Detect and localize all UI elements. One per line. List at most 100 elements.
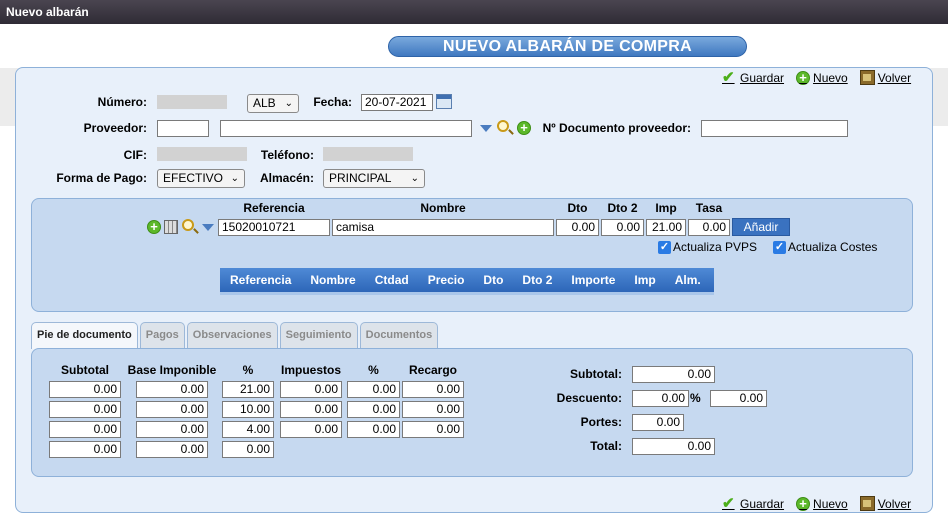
new-label: Nuevo: [813, 70, 848, 85]
forma-pago-select[interactable]: EFECTIVO ⌄: [157, 169, 245, 188]
forma-pago-value: EFECTIVO: [163, 171, 224, 185]
tab-seguimiento[interactable]: Seguimiento: [279, 322, 358, 348]
th-ctdad: Ctdad: [374, 273, 409, 287]
new-label: Nuevo: [813, 496, 848, 511]
exit-icon: [859, 70, 875, 85]
save-link[interactable]: ✔ Guardar: [722, 70, 784, 85]
chevron-down-icon: ⌄: [410, 173, 419, 184]
tab-documentos[interactable]: Documentos: [359, 322, 439, 348]
almacen-select[interactable]: PRINCIPAL ⌄: [323, 169, 425, 188]
th-importe: Importe: [571, 273, 616, 287]
row3-pct[interactable]: 4.00: [222, 421, 274, 438]
add-supplier-icon[interactable]: +: [517, 121, 531, 135]
th-nombre: Nombre: [310, 273, 356, 287]
tasa-input[interactable]: 0.00: [688, 219, 730, 236]
proveedor-name-input[interactable]: [220, 120, 472, 137]
col-tasa: Tasa: [695, 201, 723, 215]
check-icon: ✔: [722, 495, 735, 512]
row1-impuestos[interactable]: 0.00: [280, 381, 342, 398]
save-label: Guardar: [740, 70, 785, 85]
row2-base[interactable]: 0.00: [136, 401, 208, 418]
total-input[interactable]: 0.00: [632, 438, 715, 455]
row2-subtotal[interactable]: 0.00: [49, 401, 121, 418]
col-nombre: Nombre: [420, 201, 466, 215]
row3-subtotal[interactable]: 0.00: [49, 421, 121, 438]
search-icon[interactable]: [182, 219, 194, 231]
row4-subtotal[interactable]: 0.00: [49, 441, 121, 458]
fecha-input[interactable]: 20-07-2021: [361, 94, 433, 111]
row1-base[interactable]: 0.00: [136, 381, 208, 398]
search-icon[interactable]: [497, 120, 509, 132]
doc-prov-input[interactable]: [701, 120, 848, 137]
dto2-input[interactable]: 0.00: [601, 219, 644, 236]
row1-subtotal[interactable]: 0.00: [49, 381, 121, 398]
imp-input[interactable]: 21.00: [646, 219, 686, 236]
numero-field: [157, 95, 227, 109]
fh-base: Base Imponible: [127, 363, 217, 377]
add-line-icon[interactable]: +: [147, 220, 161, 234]
doc-prov-label: Nº Documento proveedor:: [542, 121, 691, 135]
row2-pct2[interactable]: 0.00: [347, 401, 400, 418]
row3-recargo[interactable]: 0.00: [402, 421, 464, 438]
new-link[interactable]: + Nuevo: [796, 496, 848, 511]
row3-base[interactable]: 0.00: [136, 421, 208, 438]
row1-pct[interactable]: 21.00: [222, 381, 274, 398]
portes-input[interactable]: 0.00: [632, 414, 684, 431]
bottom-actions: ✔ Guardar + Nuevo Volver: [722, 496, 911, 511]
numero-label: Número:: [97, 95, 147, 109]
dto-input[interactable]: 0.00: [556, 219, 599, 236]
row2-recargo[interactable]: 0.00: [402, 401, 464, 418]
tab-observaciones[interactable]: Observaciones: [186, 322, 278, 348]
save-link[interactable]: ✔ Guardar: [722, 496, 784, 511]
checkmark-icon: ✓: [773, 240, 786, 254]
fecha-label: Fecha:: [313, 95, 352, 109]
row4-pct[interactable]: 0.00: [222, 441, 274, 458]
th-dto: Dto: [483, 273, 504, 287]
window-title: Nuevo albarán: [0, 0, 948, 24]
back-link[interactable]: Volver: [859, 70, 912, 85]
serie-select[interactable]: ALB ⌄: [247, 94, 299, 113]
row3-impuestos[interactable]: 0.00: [280, 421, 342, 438]
new-link[interactable]: + Nuevo: [796, 70, 848, 85]
exit-icon: [859, 496, 875, 511]
descuento-pct-input[interactable]: 0.00: [632, 390, 689, 407]
total-subtotal-label: Subtotal:: [570, 367, 622, 381]
dropdown-triangle-icon[interactable]: [202, 224, 214, 231]
referencia-input[interactable]: 15020010721: [218, 219, 330, 236]
tab-pie-documento[interactable]: Pie de documento: [31, 322, 138, 349]
add-button[interactable]: Añadir: [732, 218, 790, 236]
row1-pct2[interactable]: 0.00: [347, 381, 400, 398]
actualiza-pvps-checkbox[interactable]: ✓ Actualiza PVPS: [658, 240, 757, 254]
fh-pct2: %: [368, 363, 379, 377]
grid-icon[interactable]: [164, 220, 178, 234]
th-precio: Precio: [427, 273, 465, 287]
th-imp: Imp: [634, 273, 656, 287]
row1-recargo[interactable]: 0.00: [402, 381, 464, 398]
dropdown-triangle-icon[interactable]: [480, 125, 492, 132]
save-label: Guardar: [740, 496, 785, 511]
total-subtotal-input[interactable]: 0.00: [632, 366, 715, 383]
back-label: Volver: [877, 70, 912, 85]
th-referencia: Referencia: [230, 273, 292, 287]
lines-table-header: Referencia Nombre Ctdad Precio Dto Dto 2…: [220, 268, 714, 295]
back-link[interactable]: Volver: [859, 496, 911, 511]
tab-pagos[interactable]: Pagos: [139, 322, 185, 348]
proveedor-code-input[interactable]: [157, 120, 209, 137]
forma-pago-label: Forma de Pago:: [56, 171, 147, 185]
descuento-input[interactable]: 0.00: [710, 390, 767, 407]
fh-recargo: Recargo: [408, 363, 458, 377]
tab-bar: Pie de documento Pagos Observaciones Seg…: [31, 322, 439, 349]
actualiza-costes-checkbox[interactable]: ✓ Actualiza Costes: [773, 240, 877, 254]
chevron-down-icon: ⌄: [230, 173, 239, 184]
telefono-label: Teléfono:: [260, 148, 314, 162]
nombre-input[interactable]: camisa: [332, 219, 554, 236]
th-alm: Alm.: [674, 273, 701, 287]
total-label: Total:: [590, 439, 622, 453]
row2-impuestos[interactable]: 0.00: [280, 401, 342, 418]
row4-base[interactable]: 0.00: [136, 441, 208, 458]
calendar-icon[interactable]: [436, 94, 452, 109]
col-referencia: Referencia: [243, 201, 305, 215]
fh-impuestos: Impuestos: [280, 363, 341, 377]
row3-pct2[interactable]: 0.00: [347, 421, 400, 438]
row2-pct[interactable]: 10.00: [222, 401, 274, 418]
